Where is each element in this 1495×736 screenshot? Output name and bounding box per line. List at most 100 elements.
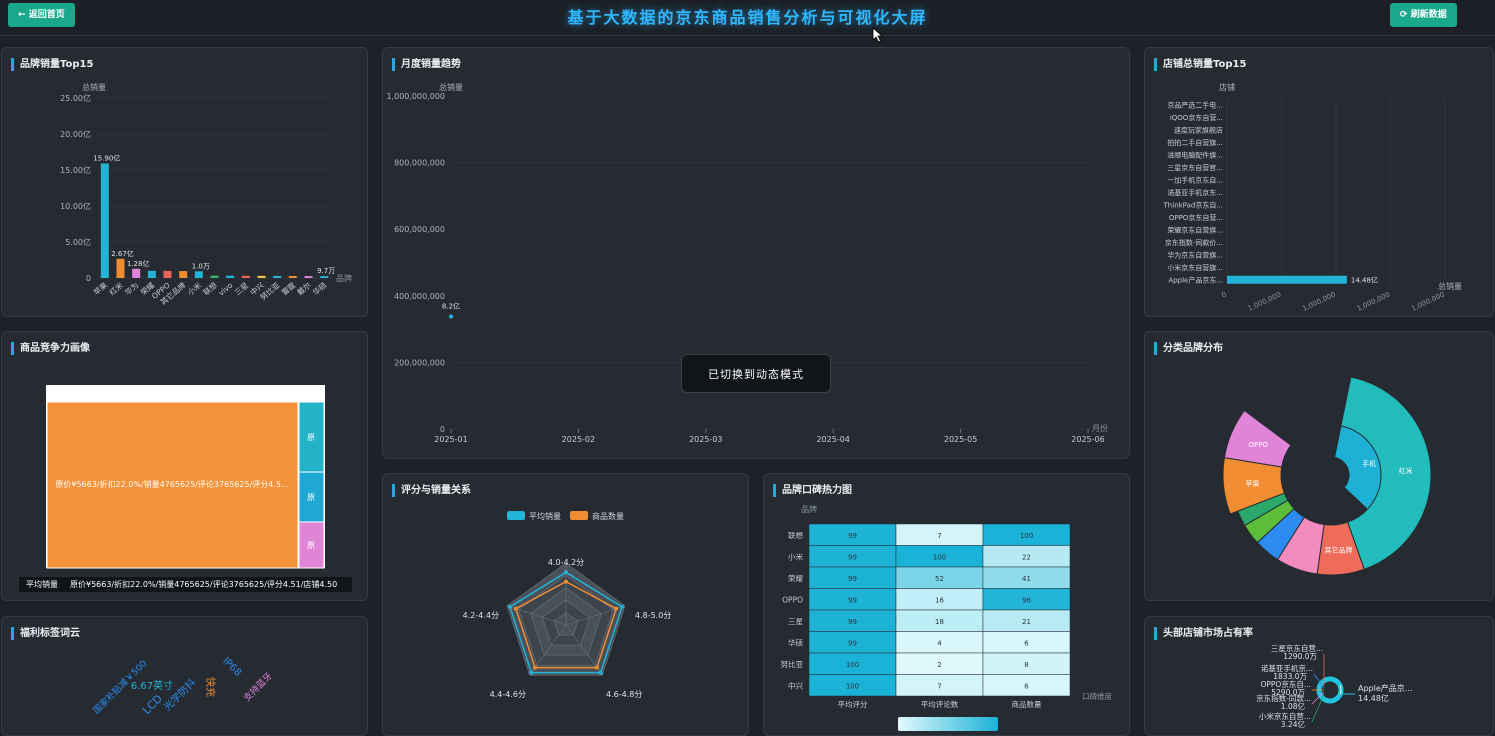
- x-tick-label: 0: [1220, 291, 1227, 300]
- y-tick-label: 25.00亿: [60, 93, 91, 103]
- slice-value: 3.24亿: [1281, 719, 1306, 729]
- y-tick-label: 华硕: [788, 637, 803, 647]
- sunburst-slice-label: 红米: [1399, 466, 1413, 475]
- slice-value: 1290.0万: [1283, 652, 1317, 661]
- heatmap-cell-value: 22: [1022, 553, 1031, 561]
- bar: [179, 271, 188, 278]
- bar: [163, 270, 172, 278]
- heatmap-cell-value: 41: [1022, 575, 1031, 583]
- word-cloud-word: LCD: [140, 692, 165, 717]
- y-tick-label: 20.00亿: [60, 129, 91, 139]
- y-tick-label: 200,000,000: [394, 358, 445, 367]
- heatmap-cell-value: 21: [1022, 618, 1031, 626]
- bar: [320, 276, 329, 278]
- y-axis-label: 品牌: [801, 504, 817, 514]
- x-tick-label: 2025-02: [562, 435, 595, 444]
- competitiveness-treemap: 原价¥5663/折扣22.0%/销量4765625/评论3765625/评分4.…: [19, 385, 352, 592]
- x-tick-label: 苹果: [91, 280, 109, 298]
- x-tick-label: 2025-03: [689, 435, 722, 444]
- heatmap-cell-value: 99: [848, 596, 857, 604]
- heatmap-cell-value: 4: [937, 639, 942, 647]
- top-bar: ← 返回首页 基于大数据的京东商品销售分析与可视化大屏 ⟳ 刷新数据: [0, 0, 1495, 36]
- radar-axis-label: 4.2-4.4分: [463, 611, 499, 620]
- radar-point: [564, 579, 568, 584]
- monthly-trend-chart: 总销量 0 200,000,000 400,000,000 600,000,000 800…: [386, 82, 1108, 444]
- bar: [116, 258, 125, 278]
- shop-sales-chart: 店铺 0 1,000,000 1,000,000 1,000,000 1,000,000 京…: [1163, 82, 1462, 313]
- bar: [147, 270, 156, 278]
- y-tick-label: Apple产品京东...: [1168, 276, 1223, 285]
- treemap-block-label: 原价¥5663/折扣22.0%/销量4765625/评论3765625/评分4.…: [55, 479, 288, 489]
- radar-point: [564, 570, 568, 575]
- mouse-cursor-icon: [872, 27, 884, 43]
- x-tick-label: 小米: [185, 280, 203, 298]
- y-tick-label: 中兴: [788, 680, 803, 690]
- bar-data-label: 9.7万: [317, 267, 335, 275]
- y-tick-label: 400,000,000: [394, 292, 445, 301]
- y-tick-label: OPPO京东自营...: [1169, 213, 1223, 222]
- y-tick-label: iQOO京东自营...: [1170, 113, 1223, 122]
- panel-top-shop-share: 头部店铺市场占有率 Apple产品京... 14.48亿 三星京东自营... 1290…: [1144, 616, 1494, 736]
- radar-point: [513, 606, 518, 611]
- x-tick-label: 华为: [123, 280, 141, 297]
- x-tick-label: 1,000,000: [1247, 291, 1283, 313]
- slice-value: 14.48亿: [1358, 693, 1389, 703]
- y-axis-label: 总销量: [82, 82, 106, 92]
- heatmap-cell-value: 99: [848, 639, 857, 647]
- heatmap-cell-value: 52: [935, 575, 944, 583]
- heatmap-cell-value: 6: [1024, 639, 1029, 647]
- y-axis-label: 店铺: [1219, 82, 1235, 92]
- y-tick-label: 联想: [788, 530, 803, 540]
- y-tick-label: 0: [86, 274, 91, 283]
- panel-competitiveness: 商品竞争力画像 原价¥5663/折扣22.0%/销量4765625/评论3765…: [1, 331, 368, 601]
- x-axis-label: 月份: [1092, 423, 1108, 433]
- x-axis-label: 口碑维度: [1082, 691, 1112, 701]
- slice-value: 1.08亿: [1281, 701, 1306, 711]
- mode-switch-toast: 已切换到动态模式: [681, 354, 831, 393]
- bar-data-label: 1.28亿: [127, 259, 150, 268]
- treemap-block-label: 原: [307, 493, 315, 502]
- refresh-data-label: 刷新数据: [1410, 10, 1447, 20]
- x-tick-label: 联想: [201, 280, 219, 298]
- y-axis-label: 总销量: [439, 82, 463, 92]
- y-tick-label: 15.00亿: [60, 165, 91, 175]
- y-tick-label: 5.00亿: [65, 237, 91, 247]
- radar-point: [614, 606, 619, 611]
- panel-brand-heatmap: 品牌口碑热力图 品牌 联想 99 7 100 小米 99 100 22 荣耀 99 52 41 OPPO 9…: [763, 473, 1130, 736]
- rating-sales-radar: 平均销量 商品数量 4.0-4.2分 4.8-5.0分 4.6-4.8分 4.4-4.6分…: [463, 511, 671, 699]
- sunburst-slice-label: 苹果: [1245, 479, 1259, 488]
- radar-point: [529, 670, 534, 675]
- brand-sales-chart: 总销量 0 5.00亿 10.00亿 15.00亿 20.00亿 25.00亿品牌 15.90…: [60, 82, 352, 307]
- y-tick-label: 努比亚: [781, 659, 804, 669]
- tooltip-value: 原价¥5663/折扣22.0%/销量4765625/评论3765625/评分4.…: [70, 579, 337, 589]
- x-tick-label: 1,000,000: [1410, 291, 1446, 313]
- bar-data-label: 14.48亿: [1351, 276, 1378, 285]
- y-tick-label: 速度玩家旗舰店: [1174, 125, 1223, 134]
- welfare-wordcloud: 国家补贴减￥5006.67英寸LCD光学防抖 快充IP68支持蓝牙: [90, 656, 274, 717]
- panel-welfare-cloud: 福利标签词云 国家补贴减￥500 6.67英寸 LCD 光学防抖 快充 IP68 支持蓝牙: [1, 616, 368, 736]
- legend-label: 平均销量: [529, 511, 561, 521]
- heatmap-cell-value: 7: [937, 532, 941, 540]
- x-tick-label: 2025-04: [816, 435, 849, 444]
- legend-swatch: [507, 511, 525, 520]
- y-tick-label: 一加手机京东自...: [1167, 175, 1223, 184]
- radar-point: [507, 604, 512, 609]
- sunburst-slice: [1223, 409, 1292, 468]
- x-tick-label: 平均评论数: [921, 699, 959, 709]
- x-axis-label: 品牌: [336, 273, 352, 283]
- bar: [226, 275, 235, 278]
- refresh-data-button[interactable]: ⟳ 刷新数据: [1390, 3, 1457, 27]
- y-tick-label: 小米京东自营旗...: [1167, 263, 1223, 272]
- bar: [273, 275, 282, 278]
- heatmap-cell-value: 2: [937, 661, 941, 669]
- bar: [304, 276, 313, 278]
- x-tick-label: 平均评分: [838, 699, 868, 709]
- radar-axis-label: 4.4-4.6分: [490, 690, 526, 699]
- treemap-block-label: 原: [307, 541, 315, 550]
- refresh-icon: ⟳: [1400, 10, 1408, 20]
- x-tick-label: vivo: [217, 280, 235, 297]
- x-tick-label: 1,000,000: [1301, 291, 1337, 313]
- y-tick-label: 京东指数-同款价...: [1165, 238, 1223, 247]
- y-tick-label: 三星: [788, 617, 803, 626]
- y-tick-label: 1,000,000,000: [386, 92, 445, 101]
